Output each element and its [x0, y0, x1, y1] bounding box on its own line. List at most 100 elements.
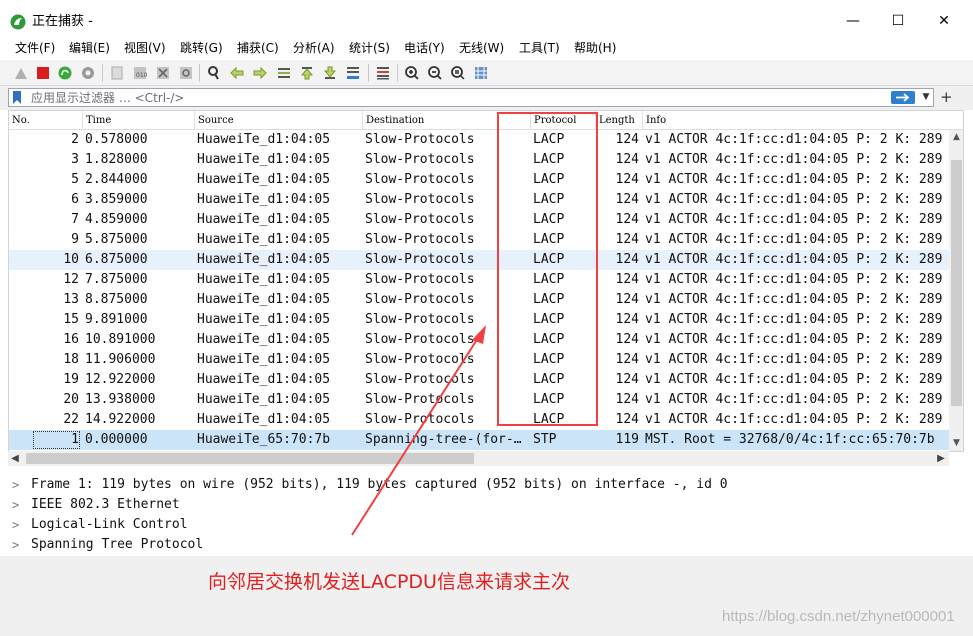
packet-row[interactable]: 18 11.906000 HuaweiTe_d1:04:05 Slow-Protoco…: [9, 350, 949, 370]
packet-row[interactable]: 20 13.938000 HuaweiTe_d1:04:05 Slow-Protoco…: [9, 390, 949, 410]
menu-tools[interactable]: 工具(T): [519, 37, 560, 59]
menu-analyze[interactable]: 分析(A): [293, 37, 335, 59]
minimize-button[interactable]: —: [838, 8, 868, 34]
wireshark-fin-icon: [10, 14, 26, 30]
capture-options-icon[interactable]: [80, 65, 96, 81]
menu-bar: 文件(F) 编辑(E) 视图(V) 跳转(G) 捕获(C) 分析(A) 统计(S…: [0, 37, 973, 59]
menu-capture[interactable]: 捕获(C): [237, 37, 279, 59]
packet-time: 10.891000: [85, 332, 156, 347]
packet-source: HuaweiTe_d1:04:05: [197, 412, 331, 427]
packet-length: 124: [615, 372, 639, 387]
scroll-left-icon[interactable]: ◀: [8, 451, 22, 466]
expand-chevron-icon[interactable]: >: [12, 475, 19, 495]
menu-wireless[interactable]: 无线(W): [459, 37, 504, 59]
menu-telephony[interactable]: 电话(Y): [404, 37, 445, 59]
packet-row[interactable]: 9 5.875000 HuaweiTe_d1:04:05 Slow-Protocols…: [9, 230, 949, 250]
go-back-icon[interactable]: [229, 65, 245, 81]
packet-destination: Slow-Protocols: [365, 252, 475, 267]
column-header-length[interactable]: Length: [596, 111, 643, 130]
packet-row[interactable]: 13 8.875000 HuaweiTe_d1:04:05 Slow-Protocol…: [9, 290, 949, 310]
packet-time: 12.922000: [85, 372, 156, 387]
close-file-icon[interactable]: [155, 65, 171, 81]
packet-destination: Slow-Protocols: [365, 272, 475, 287]
column-header-no[interactable]: No.: [9, 111, 83, 130]
vertical-scroll-thumb[interactable]: [951, 160, 962, 406]
packet-row[interactable]: 6 3.859000 HuaweiTe_d1:04:05 Slow-Protocols…: [9, 190, 949, 210]
restart-capture-icon[interactable]: [57, 65, 73, 81]
maximize-button[interactable]: ☐: [883, 8, 913, 34]
packet-destination: Slow-Protocols: [365, 152, 475, 167]
column-header-info[interactable]: Info: [643, 111, 949, 130]
menu-go[interactable]: 跳转(G): [180, 37, 223, 59]
packet-row[interactable]: 15 9.891000 HuaweiTe_d1:04:05 Slow-Protocol…: [9, 310, 949, 330]
bookmark-icon[interactable]: [12, 91, 22, 104]
packet-no: 13: [63, 292, 79, 307]
zoom-out-icon[interactable]: [427, 65, 443, 81]
save-file-icon[interactable]: 010: [132, 65, 148, 81]
packet-list-vertical-scrollbar[interactable]: ▲ ▼: [949, 130, 963, 451]
packet-length: 124: [615, 412, 639, 427]
packet-row[interactable]: 16 10.891000 HuaweiTe_d1:04:05 Slow-Protoco…: [9, 330, 949, 350]
packet-destination: Slow-Protocols: [365, 372, 475, 387]
normal-size-icon[interactable]: [450, 65, 466, 81]
close-button[interactable]: ✕: [929, 8, 959, 34]
packet-info: v1 ACTOR 4c:1f:cc:d1:04:05 P: 2 K: 289: [645, 132, 943, 147]
autoscroll-icon[interactable]: [345, 65, 361, 81]
packet-row[interactable]: 10 6.875000 HuaweiTe_d1:04:05 Slow-Protocol…: [9, 250, 949, 270]
packet-row[interactable]: 2 0.578000 HuaweiTe_d1:04:05 Slow-Protocols…: [9, 130, 949, 150]
packet-time: 3.859000: [85, 192, 148, 207]
packet-row[interactable]: 19 12.922000 HuaweiTe_d1:04:05 Slow-Protoco…: [9, 370, 949, 390]
add-filter-button[interactable]: +: [940, 88, 953, 106]
go-first-icon[interactable]: [299, 65, 315, 81]
colorize-icon[interactable]: [375, 65, 391, 81]
menu-file[interactable]: 文件(F): [15, 37, 55, 59]
menu-view[interactable]: 视图(V): [124, 37, 166, 59]
horizontal-scroll-thumb[interactable]: [26, 453, 474, 464]
packet-no: 10: [63, 252, 79, 267]
packet-no: 7: [71, 212, 79, 227]
expand-chevron-icon[interactable]: >: [12, 535, 19, 555]
stop-capture-icon[interactable]: [35, 65, 51, 81]
packet-destination: Slow-Protocols: [365, 292, 475, 307]
display-filter-input[interactable]: 应用显示过滤器 … <Ctrl-/> ▼: [8, 88, 934, 107]
expand-chevron-icon[interactable]: >: [12, 495, 19, 515]
column-header-time[interactable]: Time: [83, 111, 195, 130]
packet-length: 124: [615, 292, 639, 307]
packet-row[interactable]: 3 1.828000 HuaweiTe_d1:04:05 Slow-Protocols…: [9, 150, 949, 170]
go-last-icon[interactable]: [322, 65, 338, 81]
find-packet-icon[interactable]: [206, 65, 222, 81]
start-capture-icon[interactable]: [13, 65, 29, 81]
resize-columns-icon[interactable]: [473, 65, 489, 81]
packet-source: HuaweiTe_d1:04:05: [197, 312, 331, 327]
menu-edit[interactable]: 编辑(E): [69, 37, 110, 59]
packet-no: 20: [63, 392, 79, 407]
packet-list-horizontal-scrollbar[interactable]: ◀ ▶: [8, 451, 949, 466]
reload-file-icon[interactable]: [178, 65, 194, 81]
open-file-icon[interactable]: [109, 65, 125, 81]
zoom-in-icon[interactable]: [404, 65, 420, 81]
packet-length: 124: [615, 172, 639, 187]
packet-row[interactable]: 12 7.875000 HuaweiTe_d1:04:05 Slow-Protocol…: [9, 270, 949, 290]
expand-chevron-icon[interactable]: >: [12, 515, 19, 535]
packet-time: 0.578000: [85, 132, 148, 147]
packet-row[interactable]: 5 2.844000 HuaweiTe_d1:04:05 Slow-Protocols…: [9, 170, 949, 190]
packet-info: v1 ACTOR 4c:1f:cc:d1:04:05 P: 2 K: 289: [645, 232, 943, 247]
packet-row[interactable]: 22 14.922000 HuaweiTe_d1:04:05 Slow-Protoco…: [9, 410, 949, 430]
packet-row[interactable]: 7 4.859000 HuaweiTe_d1:04:05 Slow-Protocols…: [9, 210, 949, 230]
packet-no: 18: [63, 352, 79, 367]
display-filter-bar: 应用显示过滤器 … <Ctrl-/> ▼ +: [0, 86, 973, 110]
column-header-source[interactable]: Source: [195, 111, 363, 130]
packet-length: 124: [615, 312, 639, 327]
packet-destination: Slow-Protocols: [365, 412, 475, 427]
filter-history-dropdown-icon[interactable]: ▼: [919, 89, 933, 106]
menu-statistics[interactable]: 统计(S): [349, 37, 390, 59]
packet-no: 6: [71, 192, 79, 207]
packet-length: 124: [615, 272, 639, 287]
packet-row[interactable]: 1 0.000000 HuaweiTe_65:70:7b Spanning-tree-…: [9, 430, 949, 450]
packet-info: v1 ACTOR 4c:1f:cc:d1:04:05 P: 2 K: 289: [645, 252, 943, 267]
go-forward-icon[interactable]: [252, 65, 268, 81]
scroll-right-icon[interactable]: ▶: [934, 451, 948, 466]
menu-help[interactable]: 帮助(H): [574, 37, 616, 59]
apply-filter-arrow-icon[interactable]: [891, 91, 915, 104]
go-to-packet-icon[interactable]: [276, 65, 292, 81]
